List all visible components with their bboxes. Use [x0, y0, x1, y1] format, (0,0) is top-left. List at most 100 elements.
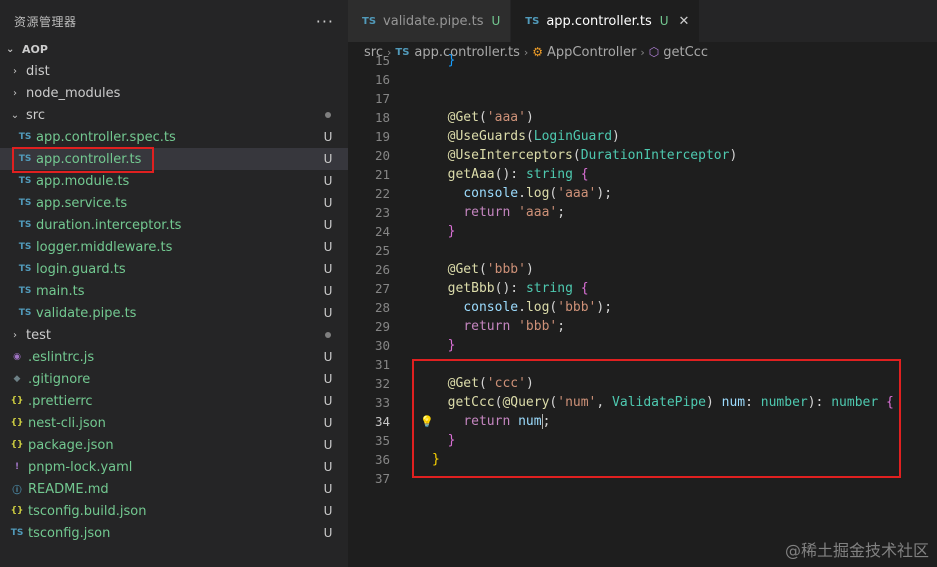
item-label: main.ts [36, 283, 85, 299]
code-text: console.log('aaa'); [463, 186, 613, 201]
code-line[interactable]: 37 [348, 469, 937, 488]
item-label: app.service.ts [36, 195, 128, 211]
code-text: return 'bbb'; [463, 319, 566, 334]
code-line[interactable]: 27 getBbb(): string { [348, 279, 937, 298]
line-number: 25 [374, 243, 390, 258]
folder-item[interactable]: ⌄ src [0, 104, 348, 126]
git-status: U [323, 482, 333, 496]
code-line[interactable]: 19 @UseGuards(LoginGuard) [348, 127, 937, 146]
file-item[interactable]: TS login.guard.ts U [0, 258, 348, 280]
git-status: U [323, 218, 333, 232]
code-line[interactable]: 17 [348, 89, 937, 108]
file-type-icon: TS [18, 154, 32, 164]
file-item[interactable]: TS logger.middleware.ts U [0, 236, 348, 258]
file-item[interactable]: TS duration.interceptor.ts U [0, 214, 348, 236]
folder-item[interactable]: › test [0, 324, 348, 346]
file-item[interactable]: TS app.module.ts U [0, 170, 348, 192]
more-actions-icon[interactable]: ··· [316, 12, 334, 31]
file-item[interactable]: {} package.json U [0, 434, 348, 456]
code-line[interactable]: 18 @Get('aaa') [348, 108, 937, 127]
file-type-icon: TS [18, 286, 32, 296]
item-label: src [26, 107, 45, 123]
item-label: nest-cli.json [28, 415, 106, 431]
code-line[interactable]: 34 💡 return num; [348, 412, 937, 431]
file-item[interactable]: ◉ .eslintrc.js U [0, 346, 348, 368]
chevron-right-icon: › [13, 65, 17, 77]
code-text: @Get('aaa') [447, 110, 534, 125]
file-item[interactable]: TS tsconfig.json U [0, 522, 348, 544]
code-editor[interactable]: 15 } 16 17 18 @Get('aaa') 19 @UseGuards(Logi… [348, 51, 937, 488]
file-item[interactable]: ◆ .gitignore U [0, 368, 348, 390]
code-text: console.log('bbb'); [463, 300, 613, 315]
code-line[interactable]: 28 console.log('bbb'); [348, 298, 937, 317]
file-type-icon: TS [10, 528, 24, 538]
code-text: } [447, 338, 456, 353]
code-line[interactable]: 16 [348, 70, 937, 89]
tab-app-controller[interactable]: TS app.controller.ts U ✕ [511, 0, 701, 42]
code-text: getAaa(): string { [447, 167, 589, 182]
git-status: U [323, 196, 333, 210]
line-number: 27 [374, 281, 390, 296]
code-line[interactable]: 21 getAaa(): string { [348, 165, 937, 184]
file-item[interactable]: TS app.service.ts U [0, 192, 348, 214]
code-line[interactable]: 33 getCcc(@Query('num', ValidatePipe) nu… [348, 393, 937, 412]
explorer-sidebar: 资源管理器 ··· ⌄ AOP › dist › node_modules ⌄ src TS… [0, 0, 348, 567]
folder-item[interactable]: › node_modules [0, 82, 348, 104]
tab-status: U [491, 14, 501, 28]
code-line[interactable]: 22 console.log('aaa'); [348, 184, 937, 203]
workspace-root[interactable]: ⌄ AOP [0, 40, 348, 58]
tab-status: U [659, 14, 669, 28]
file-item[interactable]: TS validate.pipe.ts U [0, 302, 348, 324]
code-line[interactable]: 25 [348, 241, 937, 260]
code-line[interactable]: 15 } [348, 51, 937, 70]
file-item[interactable]: ! pnpm-lock.yaml U [0, 456, 348, 478]
code-text: return 'aaa'; [463, 205, 566, 220]
close-icon[interactable]: ✕ [679, 14, 690, 29]
file-type-icon: {} [10, 396, 24, 406]
watermark: @稀土掘金技术社区 [784, 541, 929, 560]
typescript-file-icon: TS [362, 15, 377, 27]
tab-validate-pipe[interactable]: TS validate.pipe.ts U [348, 0, 512, 42]
item-label: duration.interceptor.ts [36, 217, 182, 233]
line-number: 30 [374, 338, 390, 353]
code-text: @UseInterceptors(DurationInterceptor) [447, 148, 738, 163]
item-label: validate.pipe.ts [36, 305, 137, 321]
line-number: 24 [374, 224, 390, 239]
code-line[interactable]: 23 return 'aaa'; [348, 203, 937, 222]
file-item[interactable]: {} .prettierrc U [0, 390, 348, 412]
workspace-root-label: AOP [22, 42, 48, 56]
code-line[interactable]: 20 @UseInterceptors(DurationInterceptor) [348, 146, 937, 165]
git-status: U [323, 394, 333, 408]
git-status: U [323, 262, 333, 276]
line-number: 28 [374, 300, 390, 315]
code-line[interactable]: 36} [348, 450, 937, 469]
folder-item[interactable]: › dist [0, 60, 348, 82]
code-line[interactable]: 26 @Get('bbb') [348, 260, 937, 279]
code-text: return num; [463, 414, 551, 429]
chevron-down-icon: ⌄ [6, 43, 15, 55]
file-item[interactable]: TS main.ts U [0, 280, 348, 302]
git-status: U [323, 504, 333, 518]
explorer-title: 资源管理器 [14, 14, 77, 29]
file-item[interactable]: {} nest-cli.json U [0, 412, 348, 434]
git-status: U [323, 306, 333, 320]
line-number: 16 [374, 72, 390, 87]
code-text: } [447, 224, 456, 239]
file-type-icon: TS [18, 198, 32, 208]
git-status: U [323, 416, 333, 430]
file-item[interactable]: TS app.controller.spec.ts U [0, 126, 348, 148]
file-item[interactable]: TS app.controller.ts U [0, 148, 348, 170]
modified-dot-icon [325, 332, 331, 338]
code-line[interactable]: 29 return 'bbb'; [348, 317, 937, 336]
code-line[interactable]: 32 @Get('ccc') [348, 374, 937, 393]
code-line[interactable]: 24 } [348, 222, 937, 241]
code-line[interactable]: 35 } [348, 431, 937, 450]
item-label: pnpm-lock.yaml [28, 459, 133, 475]
item-label: dist [26, 63, 50, 79]
code-line[interactable]: 31 [348, 355, 937, 374]
editor-area: TS validate.pipe.ts U TS app.controller.… [348, 0, 937, 567]
code-line[interactable]: 30 } [348, 336, 937, 355]
file-item[interactable]: {} tsconfig.build.json U [0, 500, 348, 522]
file-item[interactable]: ⓘ README.md U [0, 478, 348, 500]
item-label: tsconfig.build.json [28, 503, 147, 519]
